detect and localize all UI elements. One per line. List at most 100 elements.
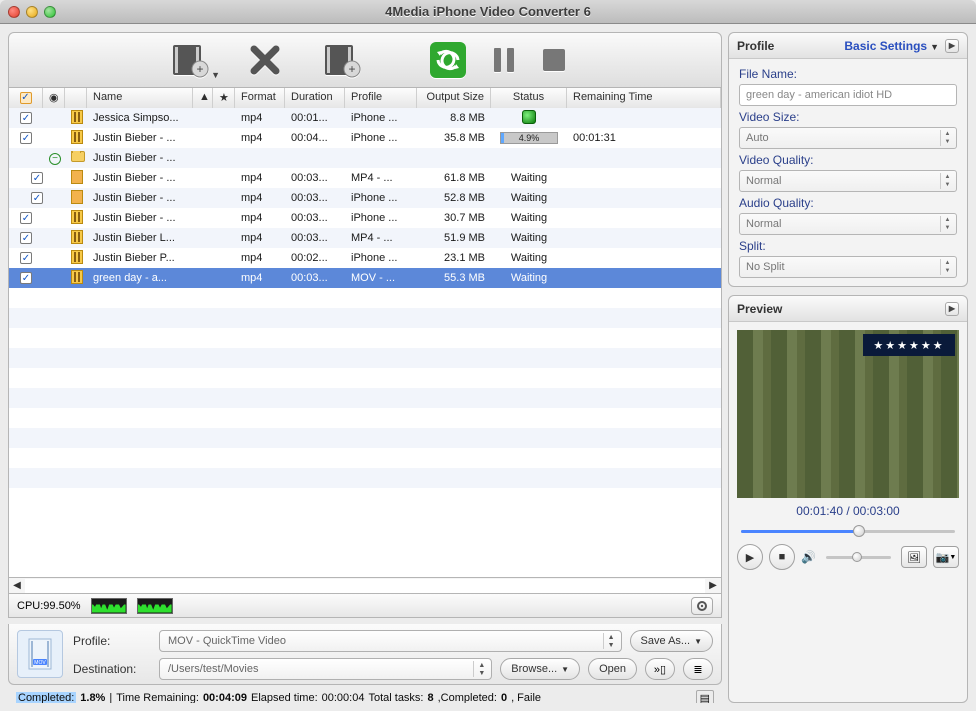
header-marker[interactable]: ◉ bbox=[43, 88, 65, 108]
table-row[interactable]: ✓green day - a...mp400:03...MOV - ...55.… bbox=[9, 268, 721, 288]
stop-preview-button[interactable]: ■ bbox=[769, 544, 795, 570]
cpu-label: CPU:99.50% bbox=[17, 600, 81, 612]
table-row[interactable]: ✓Justin Bieber - ...mp400:04...iPhone ..… bbox=[9, 128, 721, 148]
row-checkbox[interactable]: ✓ bbox=[20, 252, 32, 264]
table-row-empty bbox=[9, 468, 721, 488]
table-row[interactable]: ✓Jessica Simpso...mp400:01...iPhone ...8… bbox=[9, 108, 721, 128]
table-row-empty bbox=[9, 348, 721, 368]
header-check[interactable]: ✓ bbox=[9, 88, 43, 108]
table-row-empty bbox=[9, 368, 721, 388]
scroll-right-icon[interactable]: ▶ bbox=[705, 579, 721, 593]
table-row-empty bbox=[9, 428, 721, 448]
volume-slider[interactable] bbox=[826, 553, 891, 561]
open-output-button[interactable]: »▯ bbox=[645, 658, 675, 680]
header-name[interactable]: Name bbox=[87, 88, 193, 108]
status-bar: Completed: 1.8% | Time Remaining: 00:04:… bbox=[8, 685, 722, 703]
table-row[interactable]: ✓Justin Bieber - ...mp400:03...MP4 - ...… bbox=[9, 168, 721, 188]
film-icon bbox=[71, 270, 83, 284]
snapshot-folder-button[interactable]: 🖼 bbox=[901, 546, 927, 568]
film-icon bbox=[71, 210, 83, 224]
folder-icon bbox=[71, 151, 85, 162]
destination-combo[interactable]: /Users/test/Movies ▲▼ bbox=[159, 658, 492, 680]
report-icon[interactable]: ▤ bbox=[696, 690, 714, 704]
add-file-button[interactable]: + ▼ bbox=[160, 38, 218, 82]
table-row[interactable]: − Justin Bieber - ... bbox=[9, 148, 721, 168]
horizontal-scrollbar[interactable]: ◀ ▶ bbox=[8, 578, 722, 594]
row-name: Justin Bieber - ... bbox=[87, 152, 193, 164]
table-row[interactable]: ✓Justin Bieber P...mp400:02...iPhone ...… bbox=[9, 248, 721, 268]
table-row[interactable]: ✓Justin Bieber - ...mp400:03...iPhone ..… bbox=[9, 208, 721, 228]
profile-next-button[interactable]: ▶ bbox=[945, 39, 959, 53]
audio-quality-label: Audio Quality: bbox=[739, 196, 957, 210]
table-row-empty bbox=[9, 448, 721, 468]
header-duration[interactable]: Duration bbox=[285, 88, 345, 108]
row-checkbox[interactable]: ✓ bbox=[20, 112, 32, 124]
open-button[interactable]: Open bbox=[588, 658, 637, 680]
profile-combo[interactable]: MOV - QuickTime Video ▲▼ bbox=[159, 630, 622, 652]
profile-label: Profile: bbox=[73, 634, 151, 648]
list-view-button[interactable]: ≣ bbox=[683, 658, 713, 680]
audio-quality-select[interactable]: Normal▲▼ bbox=[739, 213, 957, 235]
scroll-left-icon[interactable]: ◀ bbox=[9, 579, 25, 593]
row-checkbox[interactable]: ✓ bbox=[31, 172, 43, 184]
preview-expand-button[interactable]: ▶ bbox=[945, 302, 959, 316]
profile-panel: Profile Basic Settings▼ ▶ File Name: gre… bbox=[728, 32, 968, 287]
column-headers: ✓ ◉ Name ▲ ★ Format Duration Profile Out… bbox=[8, 88, 722, 108]
table-row[interactable]: ✓Justin Bieber L...mp400:03...MP4 - ...5… bbox=[9, 228, 721, 248]
svg-text:+: + bbox=[348, 62, 355, 76]
cpu-bar: CPU:99.50% bbox=[8, 594, 722, 618]
film-icon bbox=[71, 110, 83, 124]
table-row[interactable]: ✓Justin Bieber - ...mp400:03...iPhone ..… bbox=[9, 188, 721, 208]
row-name: Justin Bieber L... bbox=[87, 232, 193, 244]
header-output[interactable]: Output Size bbox=[417, 88, 491, 108]
row-name: Justin Bieber P... bbox=[87, 252, 193, 264]
header-remaining[interactable]: Remaining Time bbox=[567, 88, 721, 108]
header-icon[interactable] bbox=[65, 88, 87, 108]
document-icon bbox=[71, 190, 83, 204]
main-toolbar: + ▼ + bbox=[8, 32, 722, 88]
file-name-input[interactable]: green day - american idiot HD bbox=[739, 84, 957, 106]
svg-text:+: + bbox=[196, 62, 203, 76]
video-size-select[interactable]: Auto▲▼ bbox=[739, 127, 957, 149]
basic-settings-link[interactable]: Basic Settings▼ bbox=[844, 39, 939, 53]
status-completed-label: Completed: bbox=[16, 692, 76, 703]
header-format[interactable]: Format bbox=[235, 88, 285, 108]
preview-seek-slider[interactable] bbox=[741, 526, 955, 536]
status-completed-pct: 1.8% bbox=[80, 692, 105, 703]
video-quality-select[interactable]: Normal▲▼ bbox=[739, 170, 957, 192]
file-list[interactable]: ✓Jessica Simpso...mp400:01...iPhone ...8… bbox=[8, 108, 722, 578]
add-output-button[interactable]: + bbox=[312, 38, 370, 82]
collapse-icon[interactable]: − bbox=[49, 153, 61, 165]
header-profile[interactable]: Profile bbox=[345, 88, 417, 108]
video-quality-label: Video Quality: bbox=[739, 153, 957, 167]
header-status[interactable]: Status bbox=[491, 88, 567, 108]
row-name: Justin Bieber - ... bbox=[87, 192, 193, 204]
header-star[interactable]: ★ bbox=[213, 88, 235, 108]
row-checkbox[interactable]: ✓ bbox=[31, 192, 43, 204]
stop-button[interactable] bbox=[538, 38, 570, 82]
split-select[interactable]: No Split▲▼ bbox=[739, 256, 957, 278]
remove-button[interactable] bbox=[236, 38, 294, 82]
output-profile-icon[interactable]: MOV bbox=[17, 630, 63, 678]
row-checkbox[interactable]: ✓ bbox=[20, 272, 32, 284]
row-checkbox[interactable]: ✓ bbox=[20, 132, 32, 144]
flag-overlay: ★★★★★★ bbox=[863, 334, 955, 356]
volume-icon[interactable]: 🔊 bbox=[801, 550, 816, 564]
row-checkbox[interactable]: ✓ bbox=[20, 232, 32, 244]
row-name: green day - a... bbox=[87, 272, 193, 284]
preview-video[interactable]: ★★★★★★ bbox=[737, 330, 959, 498]
save-as-button[interactable]: Save As...▼ bbox=[630, 630, 713, 652]
play-button[interactable]: ▶ bbox=[737, 544, 763, 570]
browse-button[interactable]: Browse...▼ bbox=[500, 658, 580, 680]
settings-gear-button[interactable] bbox=[691, 597, 713, 615]
gear-icon bbox=[696, 600, 708, 612]
preview-timecode: 00:01:40 / 00:03:00 bbox=[737, 504, 959, 518]
convert-button[interactable] bbox=[426, 38, 470, 82]
cpu-graph-2 bbox=[137, 598, 173, 614]
header-sort[interactable]: ▲ bbox=[193, 88, 213, 108]
row-checkbox[interactable]: ✓ bbox=[20, 212, 32, 224]
titlebar: 4Media iPhone Video Converter 6 bbox=[0, 0, 976, 24]
pause-button[interactable] bbox=[488, 38, 520, 82]
snapshot-button[interactable]: 📷▼ bbox=[933, 546, 959, 568]
video-size-label: Video Size: bbox=[739, 110, 957, 124]
